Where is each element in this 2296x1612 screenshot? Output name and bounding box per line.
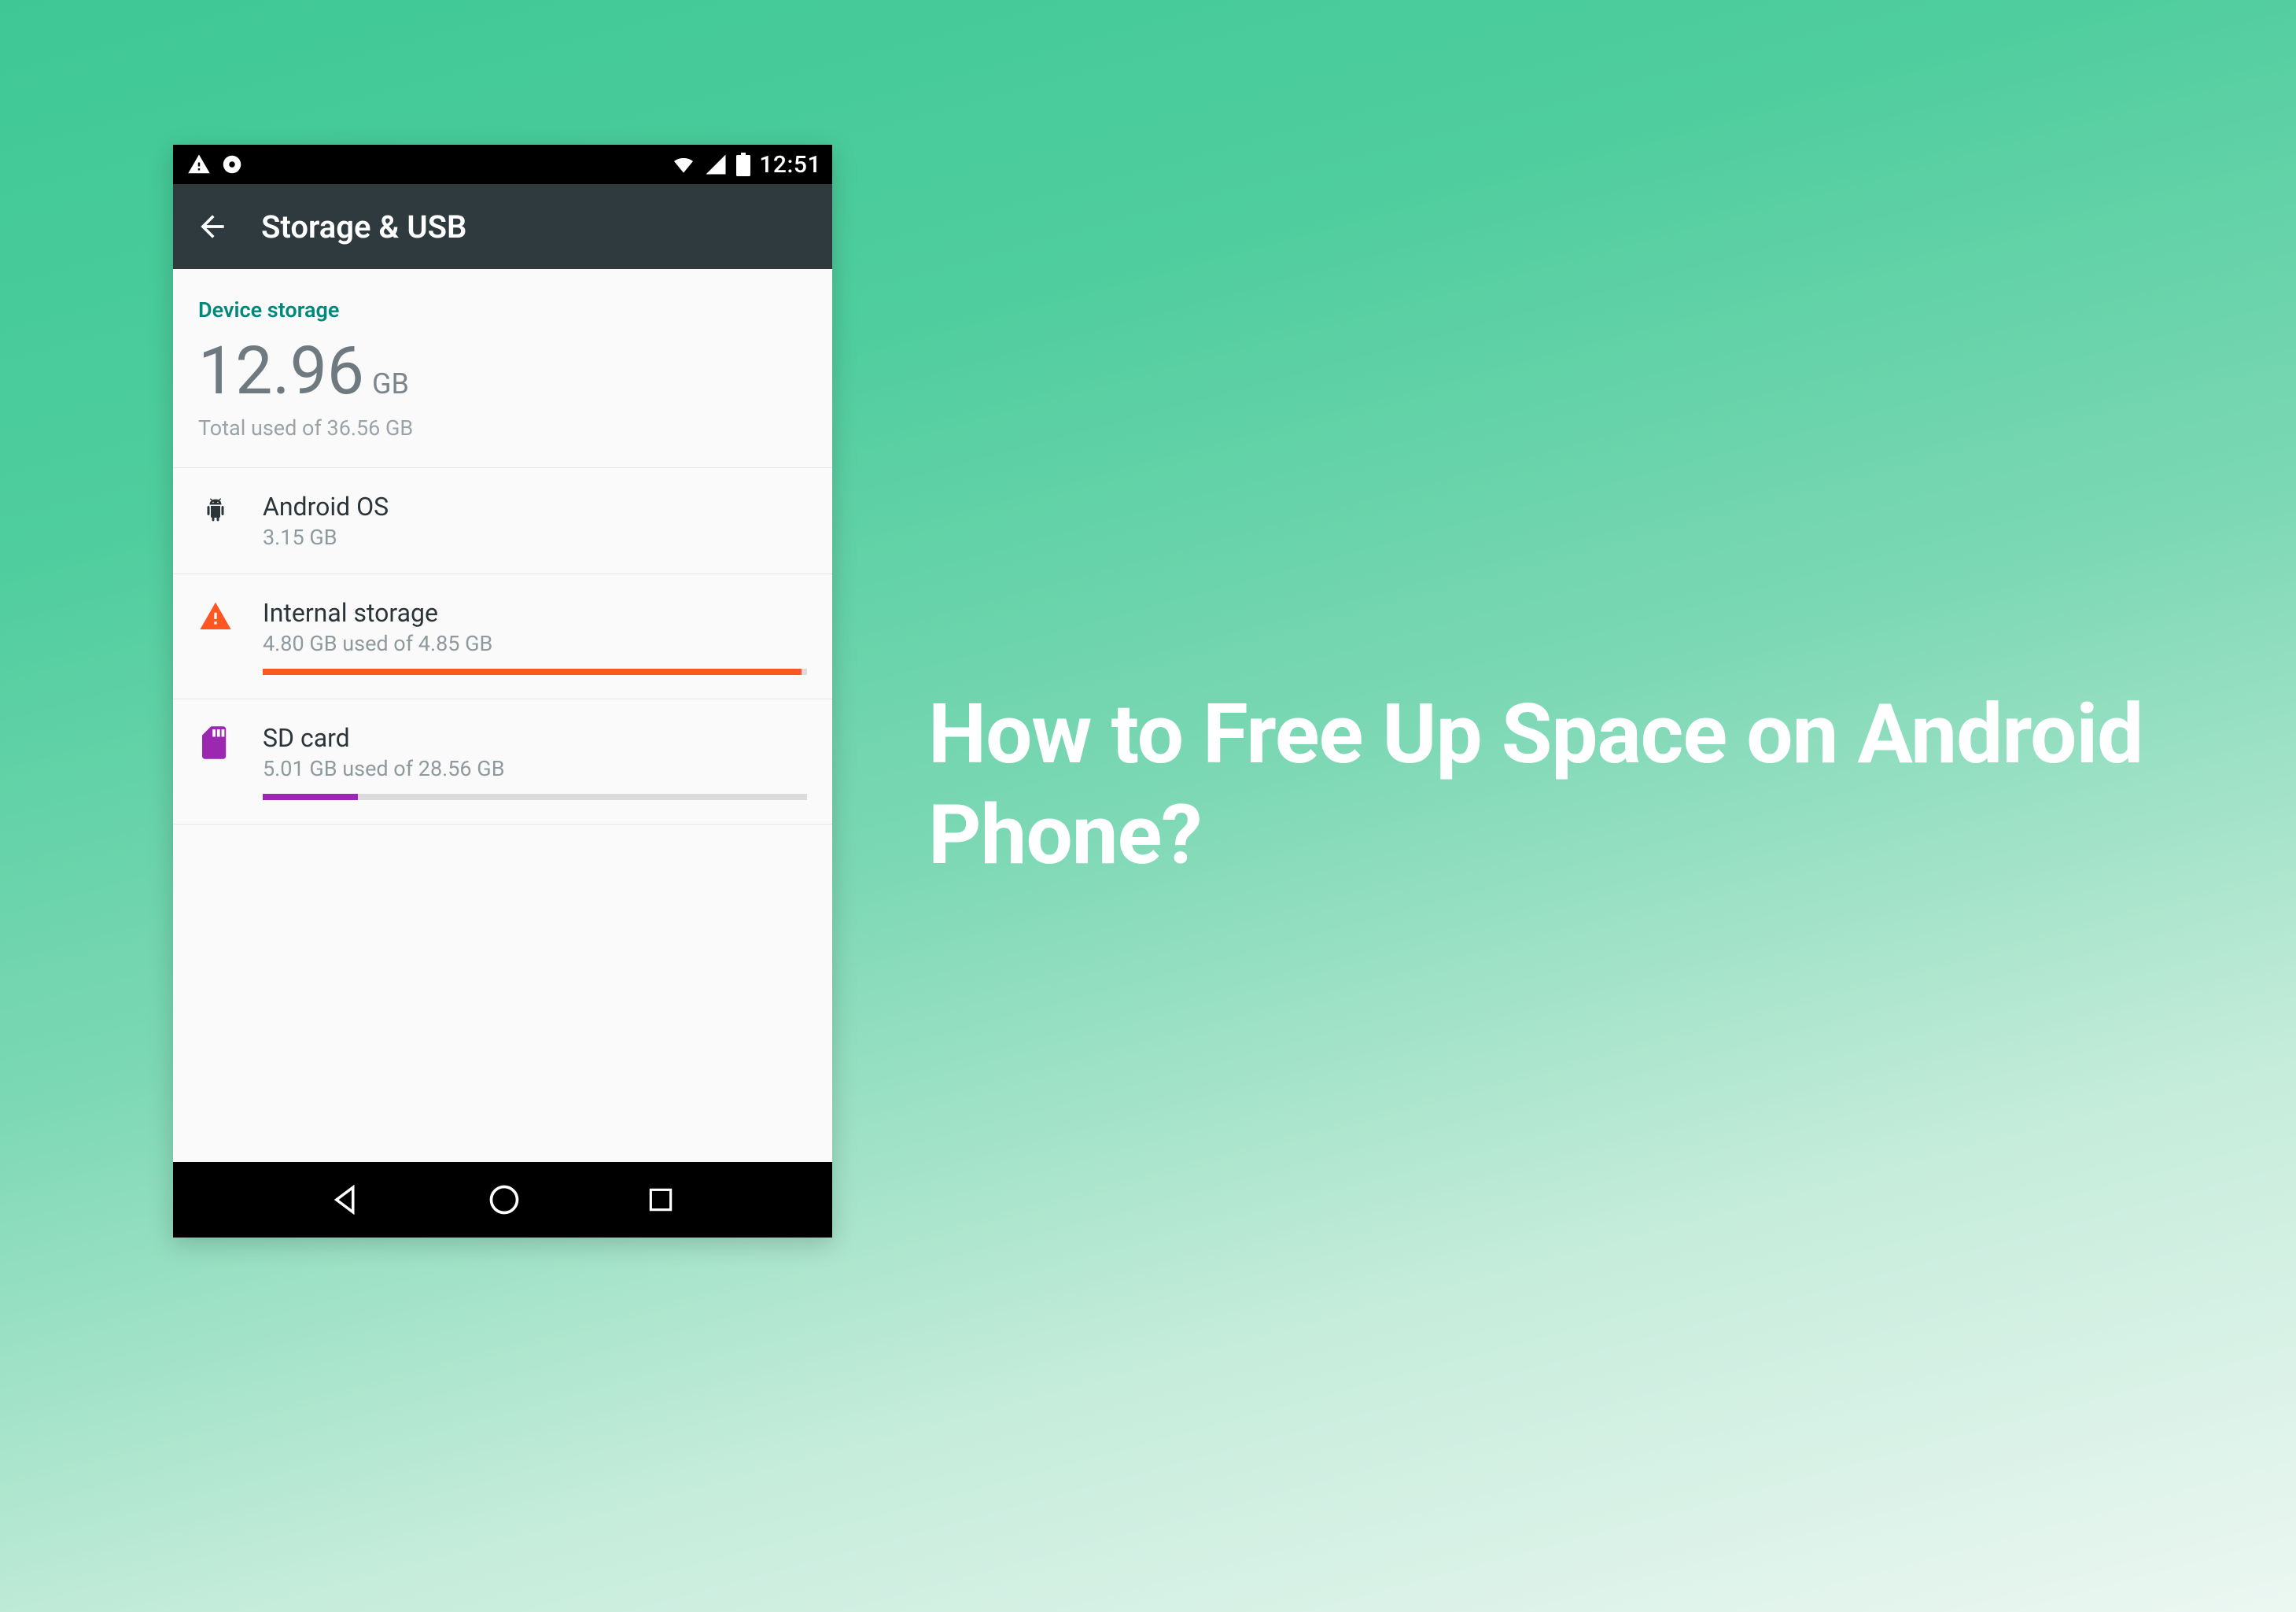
section-header: Device storage	[173, 269, 832, 338]
warning-triangle-icon	[198, 598, 233, 629]
status-right: 12:51	[671, 151, 821, 179]
page-headline: How to Free Up Space on Android Phone?	[928, 684, 2296, 886]
row-android-os[interactable]: Android OS 3.15 GB	[173, 467, 832, 574]
row-title: Android OS	[263, 492, 807, 522]
nav-recents-icon[interactable]	[646, 1185, 676, 1215]
row-title: SD card	[263, 723, 807, 753]
sd-card-icon	[198, 723, 233, 759]
disc-notification-icon	[220, 153, 244, 176]
navigation-bar	[173, 1162, 832, 1238]
storage-summary[interactable]: 12.96 GB Total used of 36.56 GB	[173, 338, 832, 467]
nav-home-icon[interactable]	[487, 1182, 521, 1217]
total-subtext: Total used of 36.56 GB	[198, 415, 807, 441]
status-bar: 12:51	[173, 145, 832, 184]
progress-fill	[263, 669, 802, 675]
battery-icon	[735, 153, 751, 176]
progress-bar	[263, 669, 807, 675]
warning-notification-icon	[187, 153, 211, 176]
wifi-icon	[671, 152, 696, 177]
row-sub: 5.01 GB used of 28.56 GB	[263, 756, 807, 781]
row-title: Internal storage	[263, 598, 807, 628]
row-internal-storage[interactable]: Internal storage 4.80 GB used of 4.85 GB	[173, 574, 832, 699]
back-arrow-icon[interactable]	[195, 209, 230, 244]
status-time: 12:51	[759, 151, 821, 179]
used-value: 12.96	[198, 338, 364, 404]
phone-frame: 12:51 Storage & USB Device storage 12.96…	[173, 145, 832, 1238]
row-sub: 3.15 GB	[263, 525, 807, 550]
row-sub: 4.80 GB used of 4.85 GB	[263, 631, 807, 656]
used-unit: GB	[372, 370, 409, 398]
app-bar-title: Storage & USB	[261, 208, 466, 245]
blank-area	[173, 824, 832, 1162]
status-left	[187, 153, 244, 176]
content-area: Device storage 12.96 GB Total used of 36…	[173, 269, 832, 1162]
progress-bar	[263, 794, 807, 800]
used-amount: 12.96 GB	[198, 338, 807, 404]
progress-fill	[263, 794, 358, 800]
cellular-icon	[704, 153, 728, 176]
nav-back-icon[interactable]	[330, 1183, 363, 1216]
app-bar: Storage & USB	[173, 184, 832, 269]
android-icon	[198, 492, 233, 526]
row-sd-card[interactable]: SD card 5.01 GB used of 28.56 GB	[173, 699, 832, 824]
